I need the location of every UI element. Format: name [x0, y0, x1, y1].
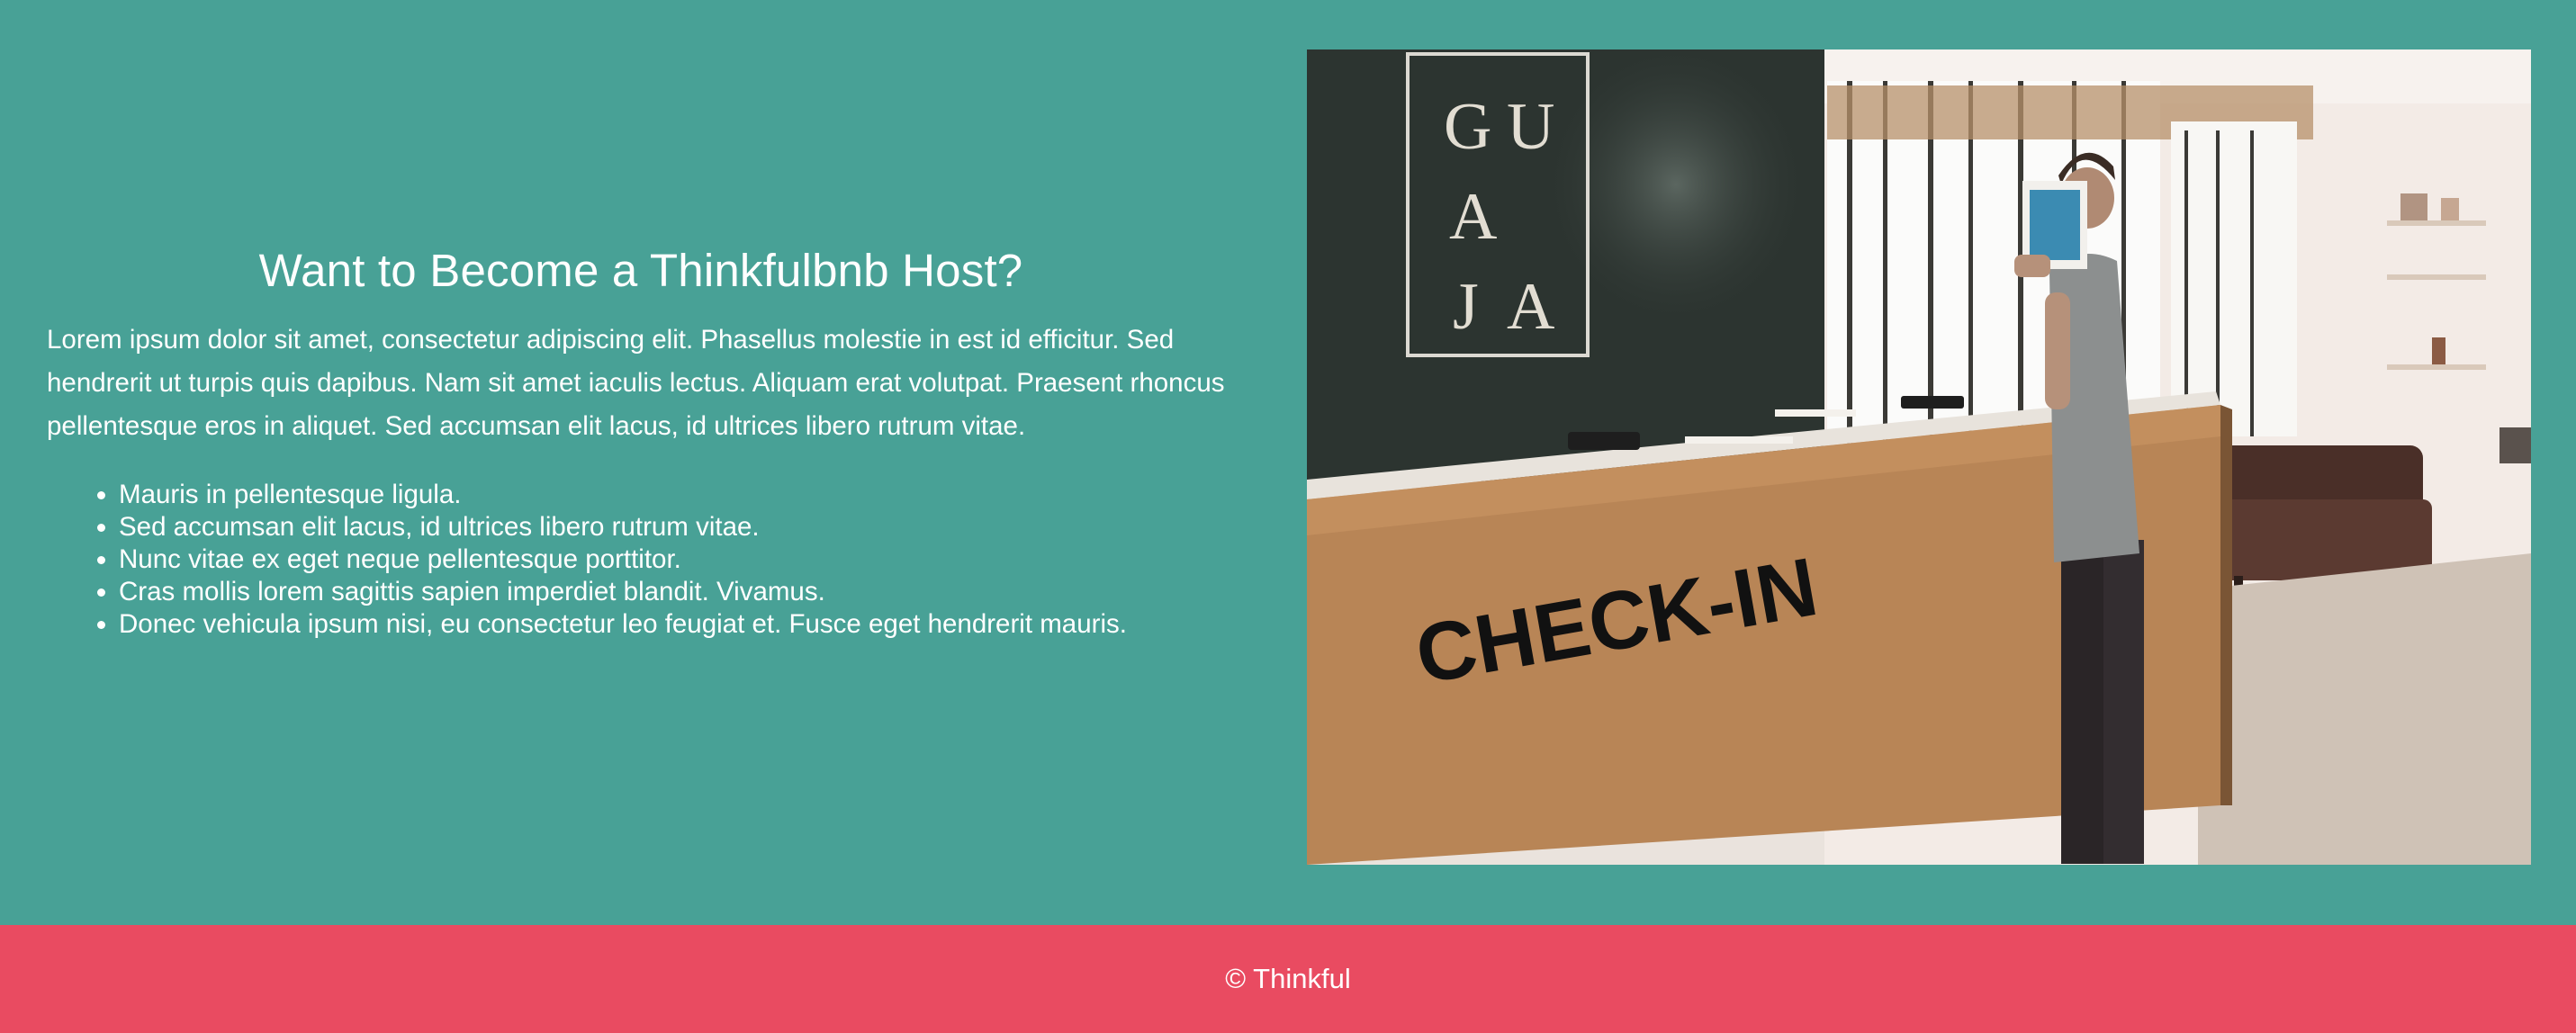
sign-letter: A — [1449, 180, 1497, 254]
feature-list: Mauris in pellentesque ligula. Sed accum… — [47, 479, 1235, 641]
list-item: Sed accumsan elit lacus, id ultrices lib… — [119, 511, 1235, 543]
sign-letter: A — [1507, 270, 1554, 344]
sign-letter: G — [1444, 90, 1491, 164]
host-text-column: Want to Become a Thinkfulbnb Host? Lorem… — [47, 243, 1235, 641]
list-item: Donec vehicula ipsum nisi, eu consectetu… — [119, 608, 1235, 641]
list-item: Mauris in pellentesque ligula. — [119, 479, 1235, 511]
list-item: Cras mollis lorem sagittis sapien imperd… — [119, 576, 1235, 608]
sign-letter: J — [1453, 270, 1479, 344]
sign-letter: U — [1507, 90, 1554, 164]
copyright-text: © Thinkful — [1225, 963, 1351, 994]
section-title: Want to Become a Thinkfulbnb Host? — [258, 245, 1023, 296]
check-in-photo: G U A J A CHECK-IN — [1307, 49, 2531, 865]
host-section: Want to Become a Thinkfulbnb Host? Lorem… — [0, 0, 2576, 925]
footer: © Thinkful — [0, 925, 2576, 1033]
list-item: Nunc vitae ex eget neque pellentesque po… — [119, 543, 1235, 576]
section-paragraph: Lorem ipsum dolor sit amet, consectetur … — [47, 325, 1225, 441]
